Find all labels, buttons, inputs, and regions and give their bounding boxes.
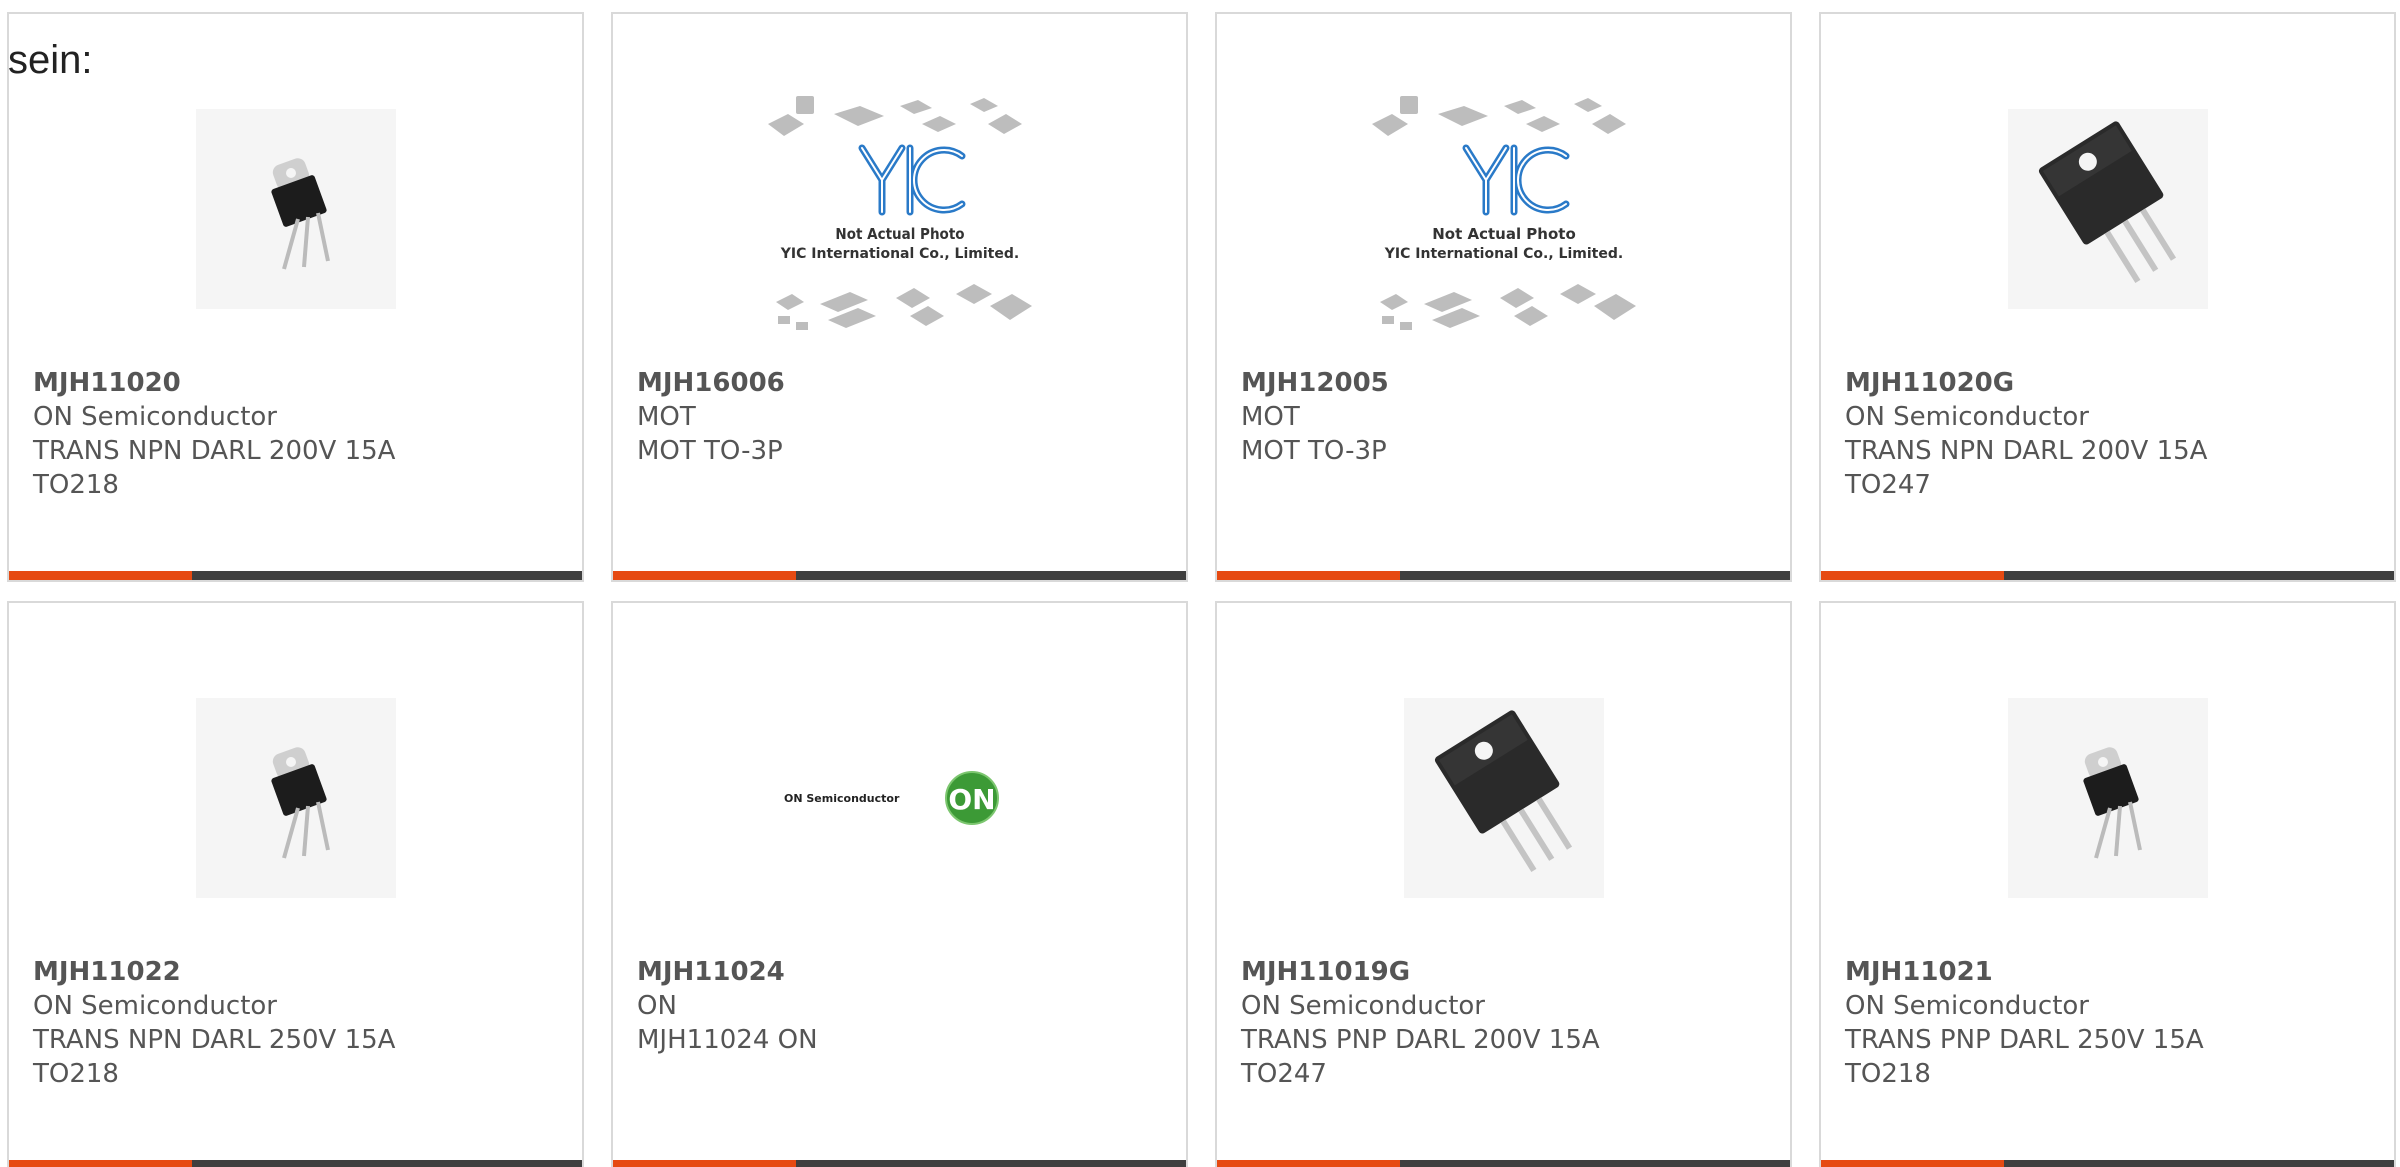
to247-transistor-icon xyxy=(2038,121,2176,284)
description: MOT TO-3P xyxy=(1241,436,1387,466)
product-info: MJH11022 ON Semiconductor TRANS NPN DARL… xyxy=(33,955,395,1091)
product-image[interactable]: Not Actual Photo YIC International Co., … xyxy=(1217,74,1790,344)
card-footer-bar xyxy=(9,1160,582,1167)
card-footer-bar xyxy=(613,571,1186,580)
package: TO218 xyxy=(1845,1059,1931,1089)
card-accent xyxy=(613,571,796,580)
product-image[interactable] xyxy=(1821,74,2394,344)
not-actual-photo-icon: Not Actual Photo YIC International Co., … xyxy=(1371,96,1636,330)
part-number[interactable]: MJH11022 xyxy=(33,955,395,989)
card-footer-bar xyxy=(1217,1160,1790,1167)
product-card[interactable]: Not Actual Photo YIC International Co., … xyxy=(611,12,1188,582)
manufacturer: ON Semiconductor xyxy=(1845,991,2089,1021)
product-grid-page: sein: MJH11020 ON Semiconductor TRANS NP… xyxy=(0,0,2400,1167)
intro-text: sein: xyxy=(8,38,93,82)
product-image[interactable]: ON Semiconductor ON xyxy=(613,663,1186,933)
package: TO247 xyxy=(1845,470,1931,500)
svg-text:YIC International Co., Limited: YIC International Co., Limited. xyxy=(779,246,1018,262)
product-card[interactable]: MJH11022 ON Semiconductor TRANS NPN DARL… xyxy=(7,601,584,1167)
package: TO218 xyxy=(33,470,119,500)
card-footer-bar xyxy=(1217,571,1790,580)
product-info: MJH11019G ON Semiconductor TRANS PNP DAR… xyxy=(1241,955,1600,1091)
card-accent xyxy=(1217,1160,1400,1167)
card-accent xyxy=(9,571,192,580)
svg-text:YIC International Co., Limited: YIC International Co., Limited. xyxy=(1383,246,1622,262)
part-number[interactable]: MJH12005 xyxy=(1241,366,1389,400)
manufacturer: ON Semiconductor xyxy=(1845,402,2089,432)
product-image[interactable] xyxy=(1217,663,1790,933)
description: TRANS NPN DARL 200V 15A xyxy=(1845,436,2208,466)
product-image[interactable] xyxy=(9,663,582,933)
part-number[interactable]: MJH11019G xyxy=(1241,955,1600,989)
not-actual-photo-icon: Not Actual Photo YIC International Co., … xyxy=(767,96,1032,330)
card-accent xyxy=(1217,571,1400,580)
product-info: MJH11021 ON Semiconductor TRANS PNP DARL… xyxy=(1845,955,2204,1091)
product-card[interactable]: MJH11019G ON Semiconductor TRANS PNP DAR… xyxy=(1215,601,1792,1167)
manufacturer: ON Semiconductor xyxy=(33,991,277,1021)
manufacturer: MOT xyxy=(637,402,696,432)
package: TO247 xyxy=(1241,1059,1327,1089)
part-number[interactable]: MJH11024 xyxy=(637,955,818,989)
product-card[interactable]: Not Actual Photo YIC International Co., … xyxy=(1215,12,1792,582)
product-image[interactable]: Not Actual Photo YIC International Co., … xyxy=(613,74,1186,344)
to247-transistor-icon xyxy=(1434,710,1572,873)
product-info: MJH11020G ON Semiconductor TRANS NPN DAR… xyxy=(1845,366,2207,502)
product-image[interactable] xyxy=(1821,663,2394,933)
product-card[interactable]: ON Semiconductor ON MJH11024 ON MJH11024… xyxy=(611,601,1188,1167)
manufacturer: ON Semiconductor xyxy=(33,402,277,432)
to218-transistor-icon xyxy=(270,158,330,270)
product-card[interactable]: MJH11021 ON Semiconductor TRANS PNP DARL… xyxy=(1819,601,2396,1167)
on-semiconductor-logo: ON Semiconductor ON xyxy=(784,771,999,825)
to218-transistor-icon xyxy=(270,747,330,859)
svg-text:Not Actual Photo: Not Actual Photo xyxy=(1432,225,1576,243)
description: TRANS NPN DARL 200V 15A xyxy=(33,436,396,466)
product-card[interactable]: MJH11020 ON Semiconductor TRANS NPN DARL… xyxy=(7,12,584,582)
part-number[interactable]: MJH11021 xyxy=(1845,955,2204,989)
description: TRANS PNP DARL 200V 15A xyxy=(1241,1025,1600,1055)
card-accent xyxy=(1821,1160,2004,1167)
card-footer-bar xyxy=(613,1160,1186,1167)
manufacturer: ON Semiconductor xyxy=(1241,991,1485,1021)
to218-transistor-icon xyxy=(2082,747,2142,859)
svg-text:ON Semiconductor: ON Semiconductor xyxy=(784,792,900,805)
product-image[interactable] xyxy=(9,74,582,344)
description: TRANS NPN DARL 250V 15A xyxy=(33,1025,396,1055)
part-number[interactable]: MJH11020 xyxy=(33,366,395,400)
card-footer-bar xyxy=(9,571,582,580)
product-card[interactable]: MJH11020G ON Semiconductor TRANS NPN DAR… xyxy=(1819,12,2396,582)
part-number[interactable]: MJH16006 xyxy=(637,366,785,400)
manufacturer: ON xyxy=(637,991,677,1021)
product-info: MJH12005 MOT MOT TO-3P xyxy=(1241,366,1389,468)
product-info: MJH16006 MOT MOT TO-3P xyxy=(637,366,785,468)
package: TO218 xyxy=(33,1059,119,1089)
card-footer-bar xyxy=(1821,1160,2394,1167)
description: MOT TO-3P xyxy=(637,436,783,466)
card-accent xyxy=(613,1160,796,1167)
product-info: MJH11020 ON Semiconductor TRANS NPN DARL… xyxy=(33,366,395,502)
part-number[interactable]: MJH11020G xyxy=(1845,366,2207,400)
card-accent xyxy=(1821,571,2004,580)
card-footer-bar xyxy=(1821,571,2394,580)
description: TRANS PNP DARL 250V 15A xyxy=(1845,1025,2204,1055)
svg-text:ON: ON xyxy=(948,783,995,816)
product-info: MJH11024 ON MJH11024 ON xyxy=(637,955,818,1057)
card-accent xyxy=(9,1160,192,1167)
manufacturer: MOT xyxy=(1241,402,1300,432)
description: MJH11024 ON xyxy=(637,1025,818,1055)
svg-text:Not Actual Photo: Not Actual Photo xyxy=(835,225,964,243)
